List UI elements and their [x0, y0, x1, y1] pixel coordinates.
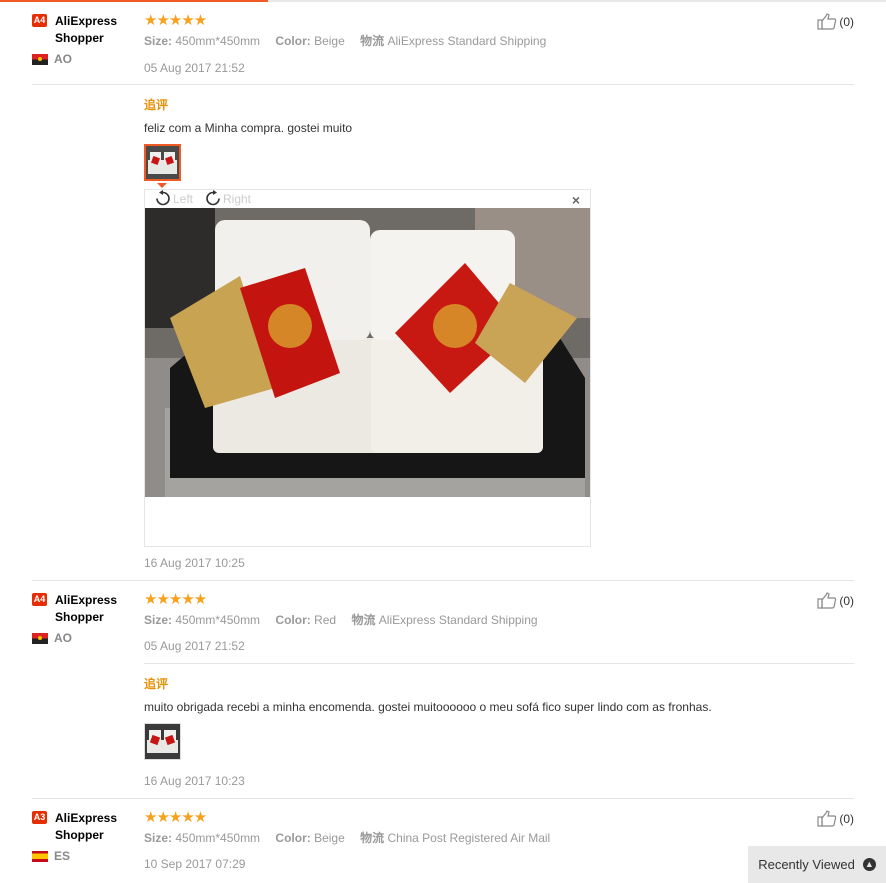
reviewer-info: A4 AliExpress Shopper AO [32, 13, 136, 66]
close-icon[interactable]: × [572, 192, 580, 208]
size-label: Size: [144, 831, 173, 845]
photo-thumbnail[interactable] [144, 144, 181, 181]
rotate-left-label: Left [173, 191, 194, 206]
followup-date: 16 Aug 2017 10:23 [144, 774, 245, 788]
country-code: AO [54, 631, 72, 645]
review-date: 05 Aug 2017 21:52 [144, 61, 245, 75]
chevron-up-icon: ▲ [862, 858, 876, 871]
color-label: Color: [275, 34, 311, 48]
helpful-button[interactable]: (0) [817, 592, 854, 609]
flag-icon [32, 53, 48, 65]
followup-title: 追评 [144, 98, 169, 112]
shipping-value: AliExpress Standard Shipping [378, 613, 538, 627]
recently-viewed-button[interactable]: Recently Viewed ▲ [748, 846, 886, 883]
color-value: Beige [314, 831, 345, 845]
size-label: Size: [144, 613, 173, 627]
viewer-toolbar: Left Right × [145, 190, 590, 208]
sofa-photo-thumb [145, 724, 180, 759]
level-badge: A4 [32, 593, 47, 606]
level-badge: A3 [32, 811, 47, 824]
reviewer-name: AliExpress Shopper [55, 14, 118, 45]
review-date: 10 Sep 2017 07:29 [144, 857, 246, 871]
shipping-value: China Post Registered Air Mail [387, 831, 551, 845]
thumbs-up-icon [817, 592, 837, 609]
rotate-right-label: Right [223, 191, 252, 206]
shipping-label: 物流 [360, 34, 385, 48]
viewer-pointer [157, 183, 167, 188]
rotate-right-icon [206, 190, 220, 206]
divider [32, 580, 854, 581]
followup-date: 16 Aug 2017 10:25 [144, 556, 245, 570]
size-value: 450mm*450mm [175, 831, 261, 845]
star-rating: ★★★★★ [144, 809, 207, 826]
order-attributes: Size: 450mm*450mm Color: Red 物流 AliExpre… [144, 612, 744, 628]
color-value: Beige [314, 34, 345, 48]
rotate-left-button[interactable]: Left [153, 190, 193, 207]
flag-icon [32, 850, 48, 862]
review-photo [145, 208, 590, 497]
sofa-photo-thumb [146, 146, 179, 179]
thumbs-up-icon [817, 13, 837, 30]
level-badge: A4 [32, 14, 47, 27]
helpful-button[interactable]: (0) [817, 13, 854, 30]
color-value: Red [314, 613, 337, 627]
helpful-count: (0) [839, 593, 854, 608]
rotate-left-icon [156, 190, 170, 206]
flag-icon [32, 632, 48, 644]
size-value: 450mm*450mm [175, 613, 261, 627]
reviewer-info: A4 AliExpress Shopper AO [32, 592, 136, 645]
followup-text: muito obrigada recebi a minha encomenda.… [144, 700, 712, 714]
followup-text: feliz com a Minha compra. gostei muito [144, 121, 353, 135]
country-code: ES [54, 849, 71, 863]
star-rating: ★★★★★ [144, 12, 207, 29]
divider [32, 798, 854, 799]
divider [144, 663, 854, 664]
helpful-count: (0) [839, 14, 854, 29]
helpful-button[interactable]: (0) [817, 810, 854, 827]
reviewer-name: AliExpress Shopper [55, 593, 118, 624]
country-code: AO [54, 52, 72, 66]
color-label: Color: [275, 613, 311, 627]
review-date: 05 Aug 2017 21:52 [144, 639, 245, 653]
thumbs-up-icon [817, 810, 837, 827]
recently-viewed-label: Recently Viewed [758, 857, 855, 872]
review-content: ★★★★★ Size: 450mm*450mm Color: Beige 物流 … [144, 810, 744, 872]
review-content: ★★★★★ Size: 450mm*450mm Color: Red 物流 Al… [144, 592, 744, 654]
reviewer-name: AliExpress Shopper [55, 811, 118, 842]
followup-title: 追评 [144, 677, 169, 691]
size-label: Size: [144, 34, 173, 48]
star-rating: ★★★★★ [144, 591, 207, 608]
order-attributes: Size: 450mm*450mm Color: Beige 物流 China … [144, 830, 744, 846]
review-content: ★★★★★ Size: 450mm*450mm Color: Beige 物流 … [144, 13, 744, 76]
image-viewer: Left Right × [144, 189, 591, 547]
divider [32, 84, 854, 85]
shipping-value: AliExpress Standard Shipping [387, 34, 547, 48]
order-attributes: Size: 450mm*450mm Color: Beige 物流 AliExp… [144, 33, 744, 49]
active-tab-indicator [0, 0, 268, 2]
size-value: 450mm*450mm [175, 34, 261, 48]
rotate-right-button[interactable]: Right [203, 190, 251, 207]
shipping-label: 物流 [360, 831, 385, 845]
reviewer-info: A3 AliExpress Shopper ES [32, 810, 136, 863]
helpful-count: (0) [839, 811, 854, 826]
shipping-label: 物流 [351, 613, 376, 627]
photo-thumbnail[interactable] [144, 723, 181, 760]
color-label: Color: [275, 831, 311, 845]
